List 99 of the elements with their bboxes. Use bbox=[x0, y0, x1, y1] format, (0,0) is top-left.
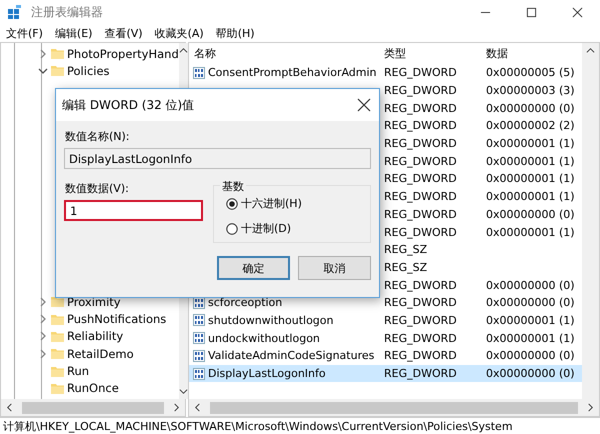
value-name: DisplayLastLogonInfo bbox=[208, 367, 326, 380]
value-data: 0x00000001 (1) bbox=[485, 226, 576, 239]
close-icon[interactable] bbox=[357, 98, 371, 112]
maximize-icon bbox=[526, 6, 536, 18]
value-name: ValidateAdminCodeSignatures bbox=[208, 349, 374, 362]
value-type: REG_DWORD bbox=[383, 367, 458, 380]
tree-item[interactable]: Policies bbox=[67, 64, 110, 78]
menu-item[interactable]: 帮助(H) bbox=[210, 26, 261, 40]
radio-label[interactable]: 十六进制(H) bbox=[241, 196, 302, 211]
value-data: 0x00000001 (1) bbox=[485, 314, 576, 327]
value-type: REG_DWORD bbox=[383, 332, 458, 345]
name-field[interactable]: DisplayLastLogonInfo bbox=[64, 148, 371, 169]
value-name: shutdownwithoutlogon bbox=[208, 314, 334, 327]
ok-button[interactable]: 确定 bbox=[217, 256, 290, 280]
scrollbar[interactable] bbox=[582, 43, 599, 399]
scrollbar[interactable] bbox=[1, 399, 185, 416]
tree-item[interactable]: RunOnce bbox=[67, 381, 119, 396]
binary-value-icon bbox=[193, 332, 205, 344]
tree-item[interactable]: PhotoPropertyHand bbox=[67, 46, 179, 61]
selected-row[interactable]: DisplayLastLogonInfo REG_DWORD 0x00000000 (0) bbox=[189, 364, 582, 382]
value-type: REG_DWORD bbox=[383, 278, 458, 292]
radio-button[interactable] bbox=[226, 198, 238, 210]
binary-value-icon bbox=[193, 314, 205, 326]
status-bar: 计算机\HKEY_LOCAL_MACHINE\SOFTWARE\Microsoft\Windows\CurrentVersion\Policies\System bbox=[0, 417, 600, 434]
value-type: REG_DWORD bbox=[383, 226, 458, 239]
value-data: 0x00000000 (0) bbox=[485, 208, 576, 221]
value-data: 0x00000001 (1) bbox=[485, 172, 576, 186]
value-data: 0x00000002 (2) bbox=[485, 119, 576, 132]
column-header[interactable]: 类型 bbox=[379, 46, 481, 61]
value-type: REG_DWORD bbox=[383, 102, 458, 115]
folder-icon bbox=[51, 296, 64, 308]
tree-item[interactable]: Run bbox=[67, 364, 90, 378]
window-title: 注册表编辑器 bbox=[31, 4, 104, 20]
folder-icon bbox=[51, 330, 64, 342]
dialog-title: 编辑 DWORD (32 位)值 bbox=[62, 96, 194, 114]
value-data: 0x00000000 (0) bbox=[485, 296, 576, 310]
value-type: REG_DWORD bbox=[383, 296, 458, 310]
scrollbar[interactable] bbox=[189, 399, 599, 416]
group-label: 基数 bbox=[220, 179, 246, 194]
registry-icon bbox=[7, 4, 23, 20]
value-type: REG_SZ bbox=[383, 243, 428, 256]
value-type: REG_DWORD bbox=[383, 208, 458, 221]
binary-value-icon bbox=[193, 296, 205, 309]
value-type: REG_DWORD bbox=[383, 314, 458, 327]
folder-icon bbox=[51, 48, 64, 60]
tree-item[interactable]: RetailDemo bbox=[67, 346, 134, 361]
value-data: 0x00000005 (5) bbox=[485, 66, 576, 80]
value-name: undockwithoutlogon bbox=[208, 332, 320, 345]
radio-label[interactable]: 十进制(D) bbox=[241, 221, 292, 236]
cancel-button[interactable]: 取消 bbox=[298, 256, 371, 280]
value-type: REG_DWORD bbox=[383, 172, 458, 186]
folder-icon bbox=[51, 65, 64, 76]
value-type: REG_SZ bbox=[383, 260, 428, 274]
value-type: REG_DWORD bbox=[383, 66, 458, 80]
folder-icon bbox=[51, 348, 64, 360]
tree-item[interactable]: Proximity bbox=[67, 294, 121, 309]
value-data: 0x00000001 (1) bbox=[485, 154, 576, 168]
value-type: REG_DWORD bbox=[383, 119, 458, 132]
value-type: REG_DWORD bbox=[383, 190, 458, 204]
value-data: 0x00000000 (0) bbox=[485, 102, 576, 115]
value-name: ConsentPromptBehaviorAdmin bbox=[208, 66, 377, 80]
menu-item[interactable]: 查看(V) bbox=[98, 26, 149, 40]
value-name: scforceoption bbox=[208, 296, 282, 310]
binary-value-icon bbox=[193, 368, 205, 380]
tree-item[interactable]: PushNotifications bbox=[67, 312, 166, 326]
scroll-down-icon[interactable] bbox=[178, 387, 188, 396]
scroll-left-icon[interactable] bbox=[193, 403, 202, 412]
folder-icon bbox=[51, 314, 64, 325]
scroll-up-icon[interactable] bbox=[178, 46, 188, 55]
folder-icon bbox=[51, 382, 64, 394]
value-type: REG_DWORD bbox=[383, 349, 458, 362]
value-data: 0x00000001 (1) bbox=[485, 332, 576, 345]
column-header[interactable]: 名称 bbox=[189, 46, 379, 61]
value-data: 0x00000000 (0) bbox=[485, 367, 576, 380]
binary-value-icon bbox=[193, 66, 205, 79]
menu-item[interactable]: 编辑(E) bbox=[48, 26, 98, 40]
close-icon bbox=[572, 6, 582, 18]
menu-item[interactable]: 收藏夹(A) bbox=[148, 26, 210, 40]
scroll-up-icon[interactable] bbox=[586, 46, 595, 55]
value-data: 0x00000003 (3) bbox=[485, 84, 576, 98]
value-data: 0x00000000 (0) bbox=[485, 278, 576, 292]
value-data: 0x00000000 (0) bbox=[485, 349, 576, 362]
column-header[interactable]: 数据 bbox=[481, 46, 582, 61]
field-label: 数值数据(V): bbox=[65, 181, 130, 196]
field-label: 数值名称(N): bbox=[65, 129, 131, 144]
value-type: REG_DWORD bbox=[383, 84, 458, 98]
scroll-left-icon[interactable] bbox=[5, 403, 14, 412]
menu-item[interactable]: 文件(F) bbox=[0, 26, 49, 40]
scroll-right-icon[interactable] bbox=[172, 403, 181, 412]
radio-button[interactable] bbox=[226, 222, 238, 234]
tree-item[interactable]: Reliability bbox=[67, 329, 124, 344]
folder-icon bbox=[51, 366, 64, 377]
value-data: 0x00000001 (1) bbox=[485, 137, 576, 150]
value-data: 0x00000001 (1) bbox=[485, 190, 576, 204]
value-type: REG_DWORD bbox=[383, 137, 458, 150]
binary-value-icon bbox=[193, 350, 205, 362]
scroll-right-icon[interactable] bbox=[586, 403, 595, 412]
data-input-field[interactable]: 1 bbox=[64, 200, 203, 221]
value-type: REG_DWORD bbox=[383, 154, 458, 168]
